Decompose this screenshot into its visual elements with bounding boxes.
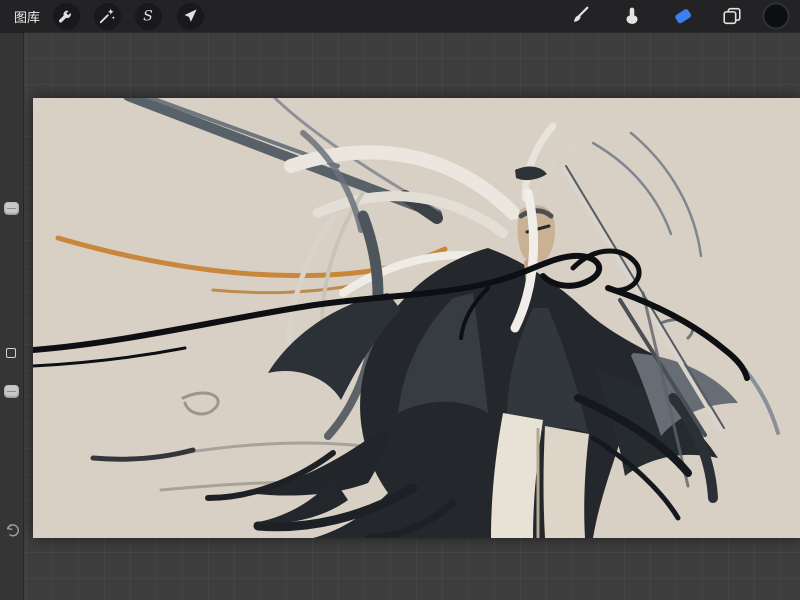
- layers-button[interactable]: [716, 0, 748, 32]
- eraser-icon: [675, 9, 692, 24]
- smudge-button[interactable]: [616, 0, 648, 32]
- undo-arrow-icon: [6, 523, 19, 536]
- sidebar: [0, 32, 24, 600]
- layers-icon: [723, 7, 741, 25]
- transform-arrow-icon: [184, 9, 197, 22]
- topbar: 图库 S: [0, 0, 800, 32]
- erase-button[interactable]: [667, 0, 699, 32]
- adjustments-button[interactable]: [91, 0, 123, 32]
- magic-wand-icon: [99, 8, 115, 24]
- actions-button[interactable]: [50, 0, 82, 32]
- current-color-swatch: [762, 2, 790, 30]
- brush-size-slider[interactable]: [4, 202, 19, 215]
- svg-text:S: S: [143, 9, 153, 25]
- drawing-canvas[interactable]: [33, 98, 800, 538]
- artwork-ink-painting: [33, 98, 800, 538]
- procreate-app: 图库 S: [0, 0, 800, 600]
- undo-button[interactable]: [2, 520, 22, 540]
- paint-button[interactable]: [564, 0, 596, 32]
- modify-button[interactable]: [6, 348, 16, 358]
- color-button[interactable]: [760, 0, 792, 32]
- selection-button[interactable]: S: [132, 0, 164, 32]
- paint-brush-icon: [574, 6, 589, 22]
- smudge-finger-icon: [626, 7, 638, 24]
- selection-s-icon: S: [143, 9, 153, 25]
- wrench-icon: [59, 10, 71, 23]
- transform-button[interactable]: [174, 0, 206, 32]
- gallery-button[interactable]: 图库: [14, 0, 40, 32]
- opacity-slider[interactable]: [4, 385, 19, 398]
